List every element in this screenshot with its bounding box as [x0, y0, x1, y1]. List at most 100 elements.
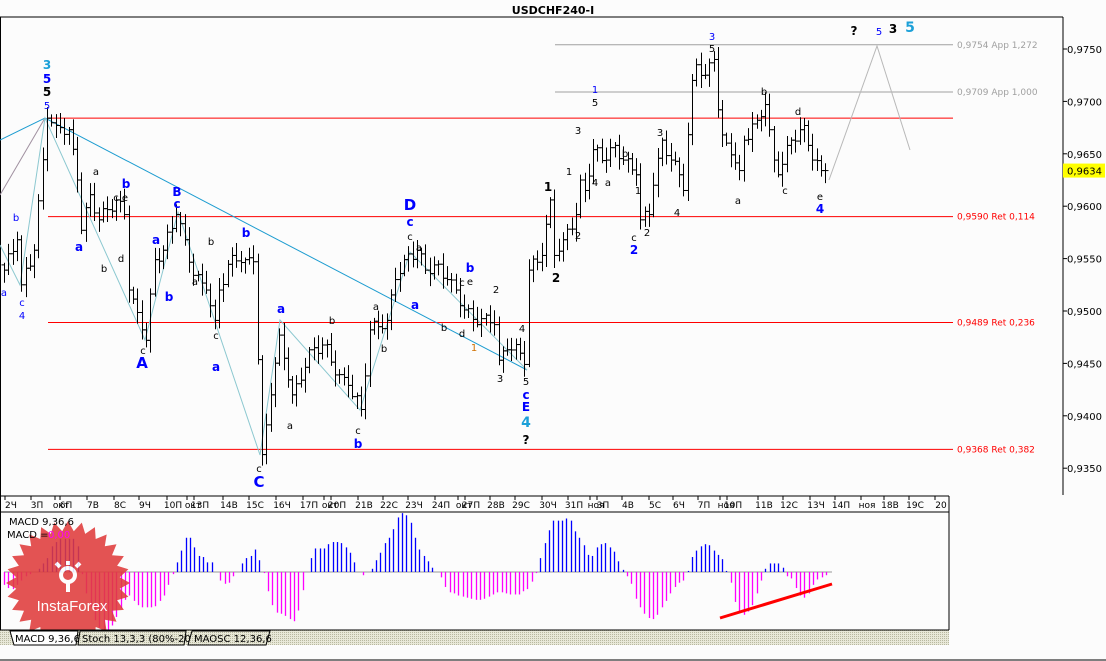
level-label: 0,9489 Ret 0,236: [957, 319, 1035, 329]
price-bar: [362, 363, 369, 420]
tab-stoch[interactable]: Stoch 13,3,3 (80%-20%): [77, 630, 204, 646]
date-tick-label: 15С: [246, 501, 264, 511]
price-bar: [517, 337, 524, 361]
date-tick-label: 3П: [31, 501, 44, 511]
price-bar: [508, 337, 515, 362]
price-bar: [14, 231, 21, 262]
price-bar: [31, 244, 38, 279]
wave-label: 4: [674, 208, 680, 219]
date-tick-label: 14В: [220, 501, 238, 511]
price-bar: [435, 260, 442, 276]
price-bar: [715, 46, 722, 118]
price-bar: [672, 151, 679, 166]
date-tick-label: 11В: [755, 501, 773, 511]
price-bar: [723, 132, 730, 146]
price-bar: [126, 205, 133, 303]
price-bar: [728, 133, 735, 168]
wave-label: 4: [592, 178, 598, 189]
date-tick-label: 20: [935, 501, 947, 511]
date-tick-label: 22С: [380, 501, 398, 511]
price-bar: [87, 183, 94, 217]
price-bar: [663, 130, 670, 165]
wave-label: d: [118, 254, 124, 265]
price-bar: [147, 288, 154, 353]
price-bar: [629, 153, 636, 175]
tab-stoch-label: Stoch 13,3,3 (80%-20%): [82, 634, 204, 645]
wave-label: b: [13, 213, 19, 224]
price-bar: [255, 253, 262, 365]
price-bar: [822, 163, 829, 184]
price-tick-label: 0,9550: [1067, 255, 1102, 266]
price-bar: [367, 320, 374, 387]
price-bar: [487, 305, 494, 333]
status-area: [0, 645, 1106, 661]
wave-label: 2: [493, 285, 499, 296]
tab-maosc[interactable]: MAOSC 12,36,6: [187, 630, 272, 646]
wave-label: 1: [566, 167, 572, 178]
wave-label: 5: [523, 377, 529, 388]
price-bar: [461, 294, 468, 319]
price-bar: [676, 157, 683, 188]
price-bar: [732, 142, 739, 170]
price-bar: [164, 224, 171, 260]
price-bar: [216, 278, 223, 329]
date-tick-label: 20П: [328, 501, 346, 511]
date-tick-label: 16Ч: [273, 501, 291, 511]
price-bar: [612, 142, 619, 158]
date-tick-label: 5С: [649, 501, 661, 511]
price-bar: [341, 367, 348, 386]
time-axis: 2Ч 3П окт6П 7В 8С 9Ч 10П окт13П 14В 15С 16Ч 17П окт2…: [4, 496, 947, 511]
wave-label: 3: [43, 58, 51, 72]
price-bar: [401, 254, 408, 277]
wave-label: 1: [592, 85, 598, 96]
price-bar: [35, 194, 42, 259]
price-bar: [564, 224, 571, 251]
wave-label: a: [75, 240, 83, 254]
wave-label: 5: [592, 98, 598, 109]
wave-label: 5: [876, 27, 882, 38]
price-bar: [160, 245, 167, 270]
macd-histogram: [3, 513, 832, 632]
date-tick-label: 7П: [698, 501, 711, 511]
price-bar: [61, 118, 68, 145]
price-bar: [23, 256, 30, 298]
price-bar: [521, 341, 528, 377]
price-bar: [130, 286, 137, 304]
price-bar: [607, 138, 614, 168]
wave-label: 4: [816, 202, 824, 216]
price-tick-label: 0,9650: [1067, 150, 1102, 161]
wave-label: a: [411, 298, 419, 312]
price-bar: [100, 201, 107, 223]
date-tick-label: 17П: [300, 501, 318, 511]
wave-label: c: [173, 197, 180, 211]
price-bars: [1, 46, 829, 466]
price-bar: [582, 172, 589, 203]
tab-macd[interactable]: MACD 9,36,6: [9, 630, 80, 646]
wave-label: 3: [575, 126, 581, 137]
wave-label: b: [466, 261, 475, 275]
wave-label: a: [192, 277, 198, 288]
price-bar: [281, 322, 288, 371]
price-bar: [818, 155, 825, 177]
price-bar: [496, 316, 503, 366]
macd-divergence-line: [719, 582, 833, 620]
price-bar: [526, 259, 533, 368]
price-bar: [758, 109, 765, 132]
price-bar: [298, 367, 305, 388]
price-bar: [745, 128, 752, 146]
forecast-line: [828, 44, 911, 181]
wave-label: 4: [519, 324, 525, 335]
price-bar: [324, 339, 331, 358]
price-bar: [594, 144, 601, 162]
wave-label: b: [761, 87, 767, 98]
price-bar: [289, 376, 296, 404]
wave-label: c: [19, 298, 25, 309]
wave-label: 5: [905, 20, 915, 36]
price-bar: [801, 117, 808, 143]
wave-label: d: [795, 107, 801, 118]
wave-label: b: [242, 226, 251, 240]
price-bar: [775, 151, 782, 178]
price-bar: [358, 386, 365, 417]
wave-label: b: [441, 323, 447, 334]
price-bar: [220, 273, 227, 303]
